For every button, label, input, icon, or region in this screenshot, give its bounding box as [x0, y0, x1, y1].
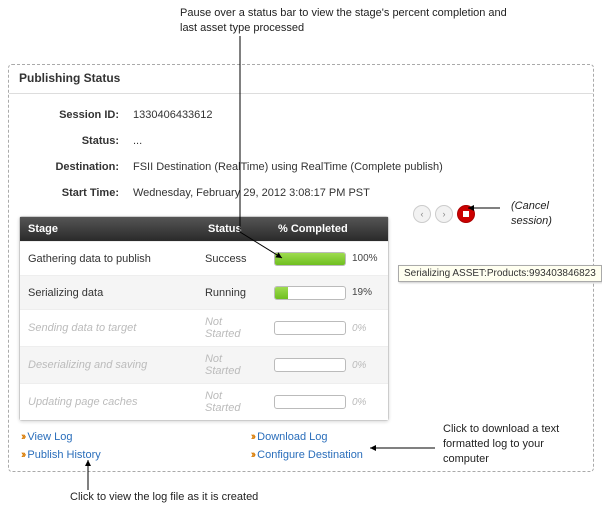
publishing-status-panel: Publishing Status Session ID: 1330406433… — [8, 64, 594, 472]
th-pct: % Completed — [270, 217, 388, 241]
pct-label: 0% — [352, 360, 380, 371]
cell-stage: Serializing data — [20, 281, 197, 305]
table-row: Sending data to target Not Started 0% — [20, 309, 388, 346]
cell-status: Not Started — [197, 347, 266, 383]
cell-pct: 19% — [266, 280, 388, 306]
annotation-viewlog: Click to view the log file as it is crea… — [70, 490, 270, 505]
table-row: Gathering data to publish Success 100% — [20, 241, 388, 275]
progress-bar[interactable] — [274, 358, 346, 372]
value-status: ... — [129, 128, 447, 154]
cell-pct: 0% — [266, 389, 388, 415]
meta-block: Session ID: 1330406433612 Status: ... De… — [19, 102, 447, 206]
next-button[interactable]: › — [435, 205, 453, 223]
pct-label: 100% — [352, 253, 380, 264]
cell-status: Success — [197, 247, 266, 271]
value-start-time: Wednesday, February 29, 2012 3:08:17 PM … — [129, 180, 447, 206]
chevron-left-icon: ‹ — [421, 209, 424, 219]
progress-tooltip: Serializing ASSET:Products:993403846823 — [398, 265, 602, 282]
table-row: Serializing data Running 19% — [20, 275, 388, 309]
stop-icon — [463, 211, 469, 217]
th-status: Status — [200, 217, 270, 241]
cell-stage: Deserializing and saving — [20, 353, 197, 377]
cell-status: Running — [197, 281, 266, 305]
cell-pct: 100% — [266, 246, 388, 272]
table-row: Updating page caches Not Started 0% — [20, 383, 388, 420]
panel-title: Publishing Status — [9, 65, 593, 94]
progress-bar[interactable] — [274, 286, 346, 300]
cell-stage: Sending data to target — [20, 316, 197, 340]
download-log-link[interactable]: Download Log — [251, 431, 363, 443]
cell-pct: 0% — [266, 352, 388, 378]
stage-table: Stage Status % Completed Gathering data … — [19, 216, 389, 421]
prev-button[interactable]: ‹ — [413, 205, 431, 223]
annotation-hover: Pause over a status bar to view the stag… — [180, 6, 510, 36]
label-destination: Destination: — [19, 154, 129, 180]
table-header: Stage Status % Completed — [20, 217, 388, 241]
cell-stage: Gathering data to publish — [20, 247, 197, 271]
pct-label: 0% — [352, 323, 380, 334]
cancel-session-button[interactable] — [457, 205, 475, 223]
table-row: Deserializing and saving Not Started 0% — [20, 346, 388, 383]
configure-destination-link[interactable]: Configure Destination — [251, 449, 363, 461]
cell-status: Not Started — [197, 384, 266, 420]
cell-status: Not Started — [197, 310, 266, 346]
label-start-time: Start Time: — [19, 180, 129, 206]
pct-label: 19% — [352, 287, 380, 298]
chevron-right-icon: › — [443, 209, 446, 219]
session-controls: ‹ › — [413, 205, 475, 223]
label-session-id: Session ID: — [19, 102, 129, 128]
publish-history-link[interactable]: Publish History — [21, 449, 101, 461]
cell-pct: 0% — [266, 315, 388, 341]
value-destination: FSII Destination (RealTime) using RealTi… — [129, 154, 447, 180]
progress-bar[interactable] — [274, 321, 346, 335]
progress-bar[interactable] — [274, 395, 346, 409]
cell-stage: Updating page caches — [20, 390, 197, 414]
label-status: Status: — [19, 128, 129, 154]
value-session-id: 1330406433612 — [129, 102, 447, 128]
progress-bar[interactable] — [274, 252, 346, 266]
th-stage: Stage — [20, 217, 200, 241]
view-log-link[interactable]: View Log — [21, 431, 101, 443]
annotation-cancel: (Cancel session) — [511, 199, 581, 229]
pct-label: 0% — [352, 397, 380, 408]
annotation-download: Click to download a text formatted log t… — [443, 422, 583, 467]
